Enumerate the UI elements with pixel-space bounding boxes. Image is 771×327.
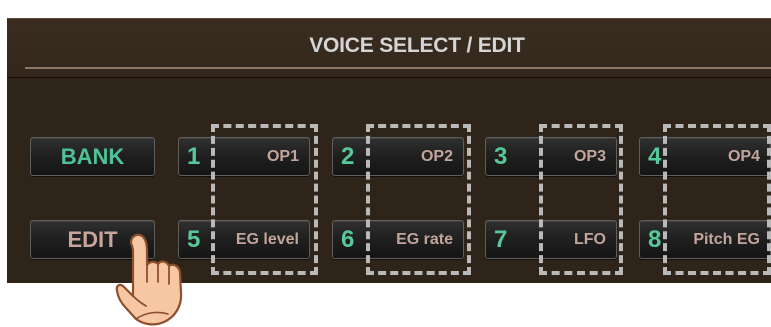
pitch-eg-button[interactable]: 8 Pitch EG bbox=[639, 220, 771, 259]
lfo-button[interactable]: 7 LFO bbox=[485, 220, 617, 259]
voice-select-edit-screenshot: VOICE SELECT / EDIT BANK EDIT 1 OP1 2 OP… bbox=[0, 0, 771, 327]
pointing-hand-icon bbox=[115, 233, 183, 326]
button-label: OP2 bbox=[420, 148, 453, 165]
panel-header: VOICE SELECT / EDIT bbox=[7, 19, 771, 77]
button-number: 2 bbox=[341, 143, 355, 170]
button-label: OP1 bbox=[266, 148, 299, 165]
op2-button[interactable]: 2 OP2 bbox=[332, 137, 464, 176]
button-number: 7 bbox=[494, 226, 508, 253]
button-label: Pitch EG bbox=[693, 231, 760, 248]
button-label: EG rate bbox=[396, 231, 453, 248]
bank-button[interactable]: BANK bbox=[30, 137, 155, 176]
eg-rate-button[interactable]: 6 EG rate bbox=[332, 220, 464, 259]
button-label: LFO bbox=[574, 231, 606, 248]
button-label: OP4 bbox=[727, 148, 760, 165]
button-number: 6 bbox=[341, 226, 355, 253]
button-number: 8 bbox=[648, 226, 662, 253]
page-title: VOICE SELECT / EDIT bbox=[309, 34, 525, 57]
button-number: 4 bbox=[648, 143, 662, 170]
button-number: 3 bbox=[494, 143, 508, 170]
op4-button[interactable]: 4 OP4 bbox=[639, 137, 771, 176]
header-divider bbox=[7, 77, 771, 78]
button-label: OP3 bbox=[573, 148, 606, 165]
op1-button[interactable]: 1 OP1 bbox=[178, 137, 310, 176]
button-number: 1 bbox=[187, 143, 201, 170]
button-label: EG level bbox=[235, 231, 299, 248]
title-underline bbox=[25, 67, 771, 69]
op3-button[interactable]: 3 OP3 bbox=[485, 137, 617, 176]
